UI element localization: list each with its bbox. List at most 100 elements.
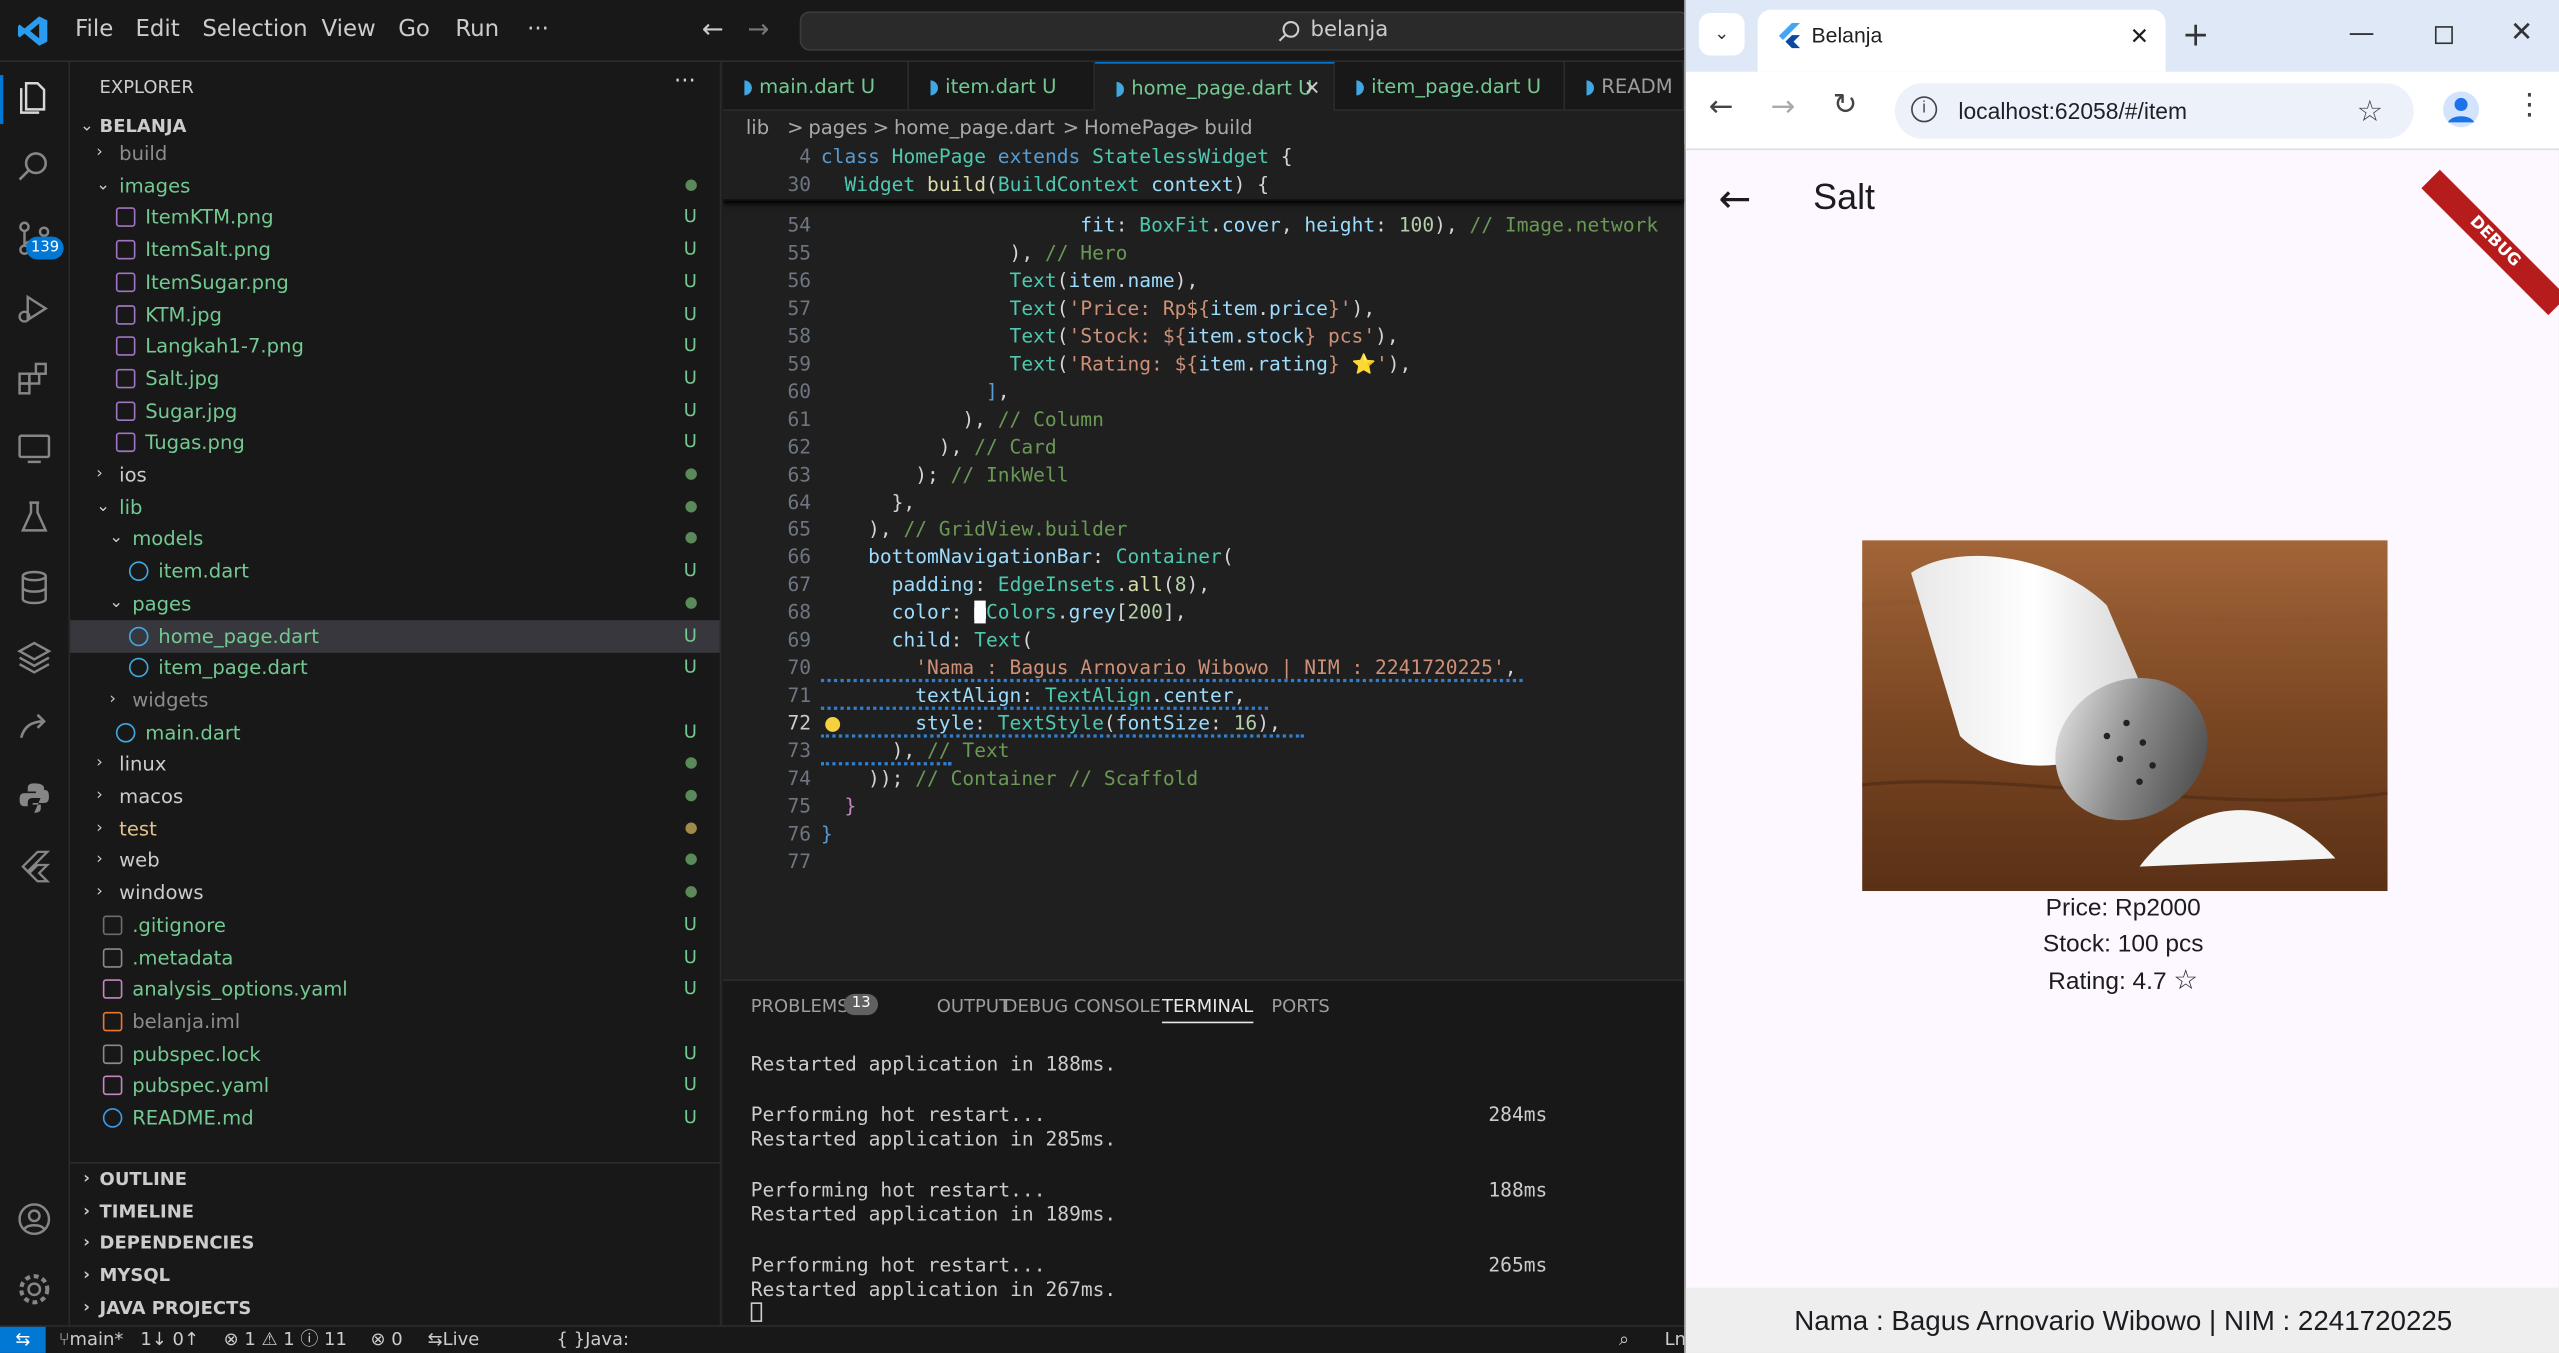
file-tree-item[interactable]: › widgets	[70, 684, 720, 717]
file-tree-item[interactable]: Sugar.jpg U	[70, 394, 720, 427]
maximize-icon[interactable]	[2434, 26, 2453, 45]
file-tree-item[interactable]: pubspec.yaml U	[70, 1069, 720, 1102]
java-status[interactable]: { } Java: Warning	[557, 1327, 630, 1353]
tab-readm[interactable]: ◗ READM	[1565, 62, 1685, 111]
panel-tab-debug-console[interactable]: DEBUG CONSOLE	[1004, 996, 1161, 1017]
search-icon[interactable]	[15, 147, 54, 186]
menu-file[interactable]: File	[75, 16, 113, 42]
layers-icon[interactable]	[15, 638, 54, 677]
live-share-status[interactable]: ⇆ Live Share	[428, 1327, 480, 1353]
code-line[interactable]: ],	[821, 378, 1010, 406]
sync-status[interactable]: 1↓ 0↑	[140, 1327, 199, 1353]
sticky-scroll[interactable]: 4 class HomePage extends StatelessWidget …	[722, 143, 1685, 201]
code-line[interactable]: }	[821, 793, 856, 821]
code-line[interactable]: fit: BoxFit.cover, height: 100), // Imag…	[821, 212, 1658, 240]
code-line[interactable]: ), // Card	[821, 433, 1057, 461]
file-tree-item[interactable]: .metadata U	[70, 941, 720, 974]
testing-icon[interactable]	[15, 498, 54, 537]
back-arrow-icon[interactable]: ←	[1709, 90, 1734, 124]
close-tab-icon[interactable]: ✕	[1304, 64, 1320, 111]
close-window-icon[interactable]: ✕	[2510, 16, 2533, 49]
breadcrumb-item[interactable]: HomePage	[1084, 111, 1189, 144]
forward-arrow-icon[interactable]: →	[1771, 90, 1796, 124]
tab-home_page-dart[interactable]: ◗ home_page.dart U ✕	[1095, 62, 1335, 111]
file-tree-item[interactable]: ⌄ lib	[70, 491, 720, 524]
file-tree-item[interactable]: › ios	[70, 459, 720, 492]
browser-tab-belanja[interactable]: Belanja ✕	[1757, 9, 2166, 72]
more-actions-icon[interactable]: ···	[674, 69, 696, 95]
section-timeline[interactable]: › TIMELINE	[70, 1196, 720, 1229]
file-tree-item[interactable]: ⌄ images	[70, 169, 720, 202]
bookmark-star-icon[interactable]: ☆	[2357, 83, 2383, 138]
code-line[interactable]: bottomNavigationBar: Container(	[821, 544, 1234, 572]
code-line[interactable]: color: ■Colors.grey[200],	[821, 599, 1187, 627]
remote-indicator-icon[interactable]: ⇆	[0, 1326, 46, 1353]
code-line[interactable]: }	[821, 821, 833, 849]
flutter-icon[interactable]	[15, 847, 54, 886]
tab-item-dart[interactable]: ◗ item.dart U	[909, 62, 1096, 111]
code-line[interactable]: },	[821, 489, 916, 517]
code-line[interactable]: Text('Rating: ${item.rating} ⭐'),	[821, 350, 1412, 378]
file-tree-item[interactable]: analysis_options.yaml U	[70, 973, 720, 1006]
menu-kebab-icon[interactable]: ⋮	[2515, 88, 2544, 122]
forward-arrow-icon[interactable]: →	[747, 13, 769, 44]
ports-status[interactable]: ⊗ 0	[370, 1327, 402, 1353]
file-tree-item[interactable]: › web	[70, 844, 720, 877]
file-tree-item[interactable]: Langkah1-7.png U	[70, 330, 720, 363]
code-line[interactable]: padding: EdgeInsets.all(8),	[821, 572, 1210, 600]
code-line[interactable]: class HomePage extends StatelessWidget {	[821, 144, 1293, 172]
profile-avatar[interactable]	[2443, 91, 2480, 128]
address-bar[interactable]: i localhost:62058/#/item ☆	[1894, 83, 2414, 139]
reload-icon[interactable]: ↻	[1833, 88, 1858, 122]
code-line[interactable]: Widget build(BuildContext context) {	[821, 171, 1269, 199]
breadcrumb-item[interactable]: home_page.dart	[894, 111, 1055, 144]
close-tab-icon[interactable]: ✕	[2130, 10, 2149, 62]
file-tree-item[interactable]: ItemSalt.png U	[70, 234, 720, 267]
file-tree-item[interactable]: Tugas.png U	[70, 426, 720, 459]
file-tree-item[interactable]: home_page.dart U	[70, 619, 720, 652]
back-arrow-icon[interactable]: ←	[702, 13, 724, 44]
file-tree-item[interactable]: ItemSugar.png U	[70, 266, 720, 299]
code-line[interactable]: Text('Price: Rp${item.price}'),	[821, 295, 1376, 323]
breadcrumb-item[interactable]: build	[1204, 111, 1252, 144]
remote-explorer-icon[interactable]	[15, 429, 54, 468]
code-line[interactable]: child: Text(	[821, 627, 1034, 655]
back-arrow-icon[interactable]: ←	[1718, 176, 1751, 222]
code-line[interactable]: ), // Hero	[821, 240, 1128, 268]
code-line[interactable]: ); // InkWell	[821, 461, 1068, 489]
panel-tab-output[interactable]: OUTPUT	[937, 996, 1010, 1017]
site-info-icon[interactable]: i	[1911, 96, 1938, 123]
file-tree-item[interactable]: › linux	[70, 748, 720, 781]
run-debug-icon[interactable]	[15, 289, 54, 328]
tab-main-dart[interactable]: ◗ main.dart U	[723, 62, 910, 111]
panel-tab-terminal[interactable]: TERMINAL	[1161, 996, 1254, 1024]
lightbulb-icon[interactable]: ●	[824, 712, 841, 735]
breadcrumb-item[interactable]: pages	[808, 111, 867, 144]
command-center-search[interactable]: belanja	[799, 11, 1690, 51]
menu-view[interactable]: View	[322, 16, 376, 42]
tab-item_page-dart[interactable]: ◗ item_page.dart U	[1335, 62, 1566, 111]
file-tree-item[interactable]: README.md U	[70, 1102, 720, 1135]
cursor-position[interactable]: Ln	[1665, 1327, 1686, 1353]
code-line[interactable]: Text(item.name),	[821, 267, 1199, 295]
menu-go[interactable]: Go	[398, 16, 430, 42]
code-editor[interactable]: 4 class HomePage extends StatelessWidget …	[722, 143, 1685, 980]
file-tree-item[interactable]: › test	[70, 812, 720, 845]
menu-selection[interactable]: Selection	[202, 16, 307, 42]
file-tree-item[interactable]: › windows	[70, 877, 720, 910]
file-tree-item[interactable]: › build	[70, 137, 720, 170]
section-java-projects[interactable]: › JAVA PROJECTS	[70, 1292, 720, 1325]
panel-tab-problems[interactable]: PROBLEMS	[751, 996, 849, 1017]
extensions-icon[interactable]	[15, 359, 54, 398]
problems-status[interactable]: ⊗ 1 ⚠ 1 ⓘ 11	[224, 1327, 347, 1353]
database-icon[interactable]	[15, 568, 54, 607]
breadcrumb-item[interactable]: lib	[746, 111, 769, 144]
settings-gear-icon[interactable]	[15, 1270, 54, 1309]
code-line[interactable]: Text('Stock: ${item.stock} pcs'),	[821, 323, 1399, 351]
file-tree-item[interactable]: KTM.jpg U	[70, 298, 720, 331]
menu-more[interactable]: ···	[527, 16, 549, 42]
new-tab-icon[interactable]: +	[2182, 15, 2209, 54]
file-tree-item[interactable]: belanja.iml	[70, 1005, 720, 1038]
file-tree-item[interactable]: item_page.dart U	[70, 651, 720, 684]
file-tree-item[interactable]: main.dart U	[70, 716, 720, 749]
